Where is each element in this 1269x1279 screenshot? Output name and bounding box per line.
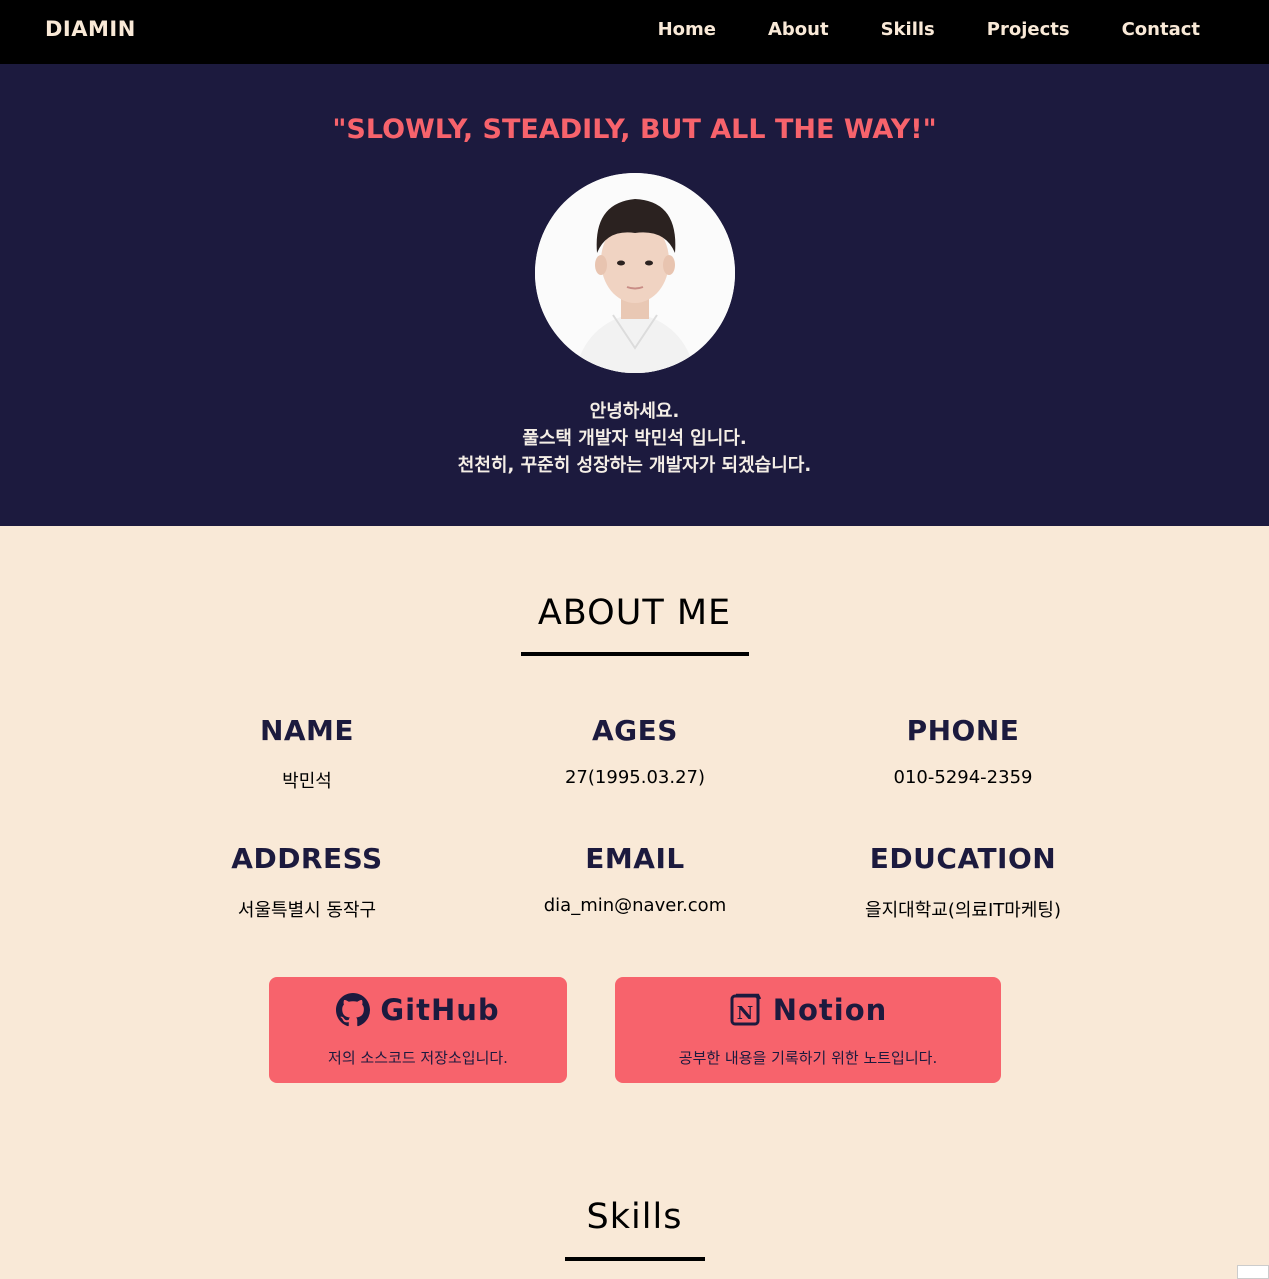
notion-card[interactable]: N Notion 공부한 내용을 기록하기 위한 노트입니다. bbox=[615, 977, 1001, 1083]
about-title-underline bbox=[521, 652, 749, 656]
hero-intro: 안녕하세요. 풀스택 개발자 박민석 입니다. 천천히, 꾸준히 성장하는 개발… bbox=[0, 398, 1269, 479]
phone-value: 010-5294-2359 bbox=[893, 767, 1033, 788]
hero-section: "SLOWLY, STEADILY, BUT ALL THE WAY!" 안녕하… bbox=[0, 64, 1269, 526]
phone-label: PHONE bbox=[906, 714, 1020, 747]
notion-card-title: Notion bbox=[772, 993, 888, 1027]
profile-portrait-icon bbox=[535, 173, 735, 373]
corner-widget[interactable] bbox=[1237, 1265, 1269, 1279]
address-value: 서울특별시 동작구 bbox=[237, 900, 377, 921]
skills-title-underline bbox=[565, 1257, 705, 1261]
hero-motto: "SLOWLY, STEADILY, BUT ALL THE WAY!" bbox=[332, 114, 937, 145]
nav-link-projects[interactable]: Projects bbox=[987, 19, 1070, 40]
notion-card-desc: 공부한 내용을 기록하기 위한 노트입니다. bbox=[678, 1049, 938, 1067]
notion-card-head: N Notion bbox=[615, 993, 1001, 1027]
skills-title: Skills bbox=[586, 1197, 683, 1237]
education-value: 을지대학교(의료IT마케팅) bbox=[865, 900, 1061, 921]
nav-link-contact[interactable]: Contact bbox=[1122, 19, 1200, 40]
nav-link-home[interactable]: Home bbox=[658, 19, 716, 40]
ages-label: AGES bbox=[592, 714, 678, 747]
intro-line: 풀스택 개발자 박민석 입니다. bbox=[522, 428, 747, 449]
name-value: 박민석 bbox=[282, 771, 332, 792]
svg-text:N: N bbox=[736, 1003, 752, 1024]
intro-line: 천천히, 꾸준히 성장하는 개발자가 되겠습니다. bbox=[457, 455, 812, 476]
nav-link-skills[interactable]: Skills bbox=[881, 19, 935, 40]
email-value: dia_min@naver.com bbox=[543, 895, 727, 916]
top-navbar: DIAMIN Home About Skills Projects Contac… bbox=[0, 0, 1269, 64]
github-card-desc: 저의 소스코드 저장소입니다. bbox=[328, 1049, 508, 1067]
github-card-title: GitHub bbox=[380, 993, 500, 1027]
intro-line: 안녕하세요. bbox=[589, 401, 680, 422]
email-label: EMAIL bbox=[585, 842, 685, 875]
github-icon bbox=[336, 993, 371, 1027]
name-label: NAME bbox=[259, 714, 355, 747]
address-label: ADDRESS bbox=[231, 842, 383, 875]
github-card-head: GitHub bbox=[269, 993, 567, 1027]
ages-value: 27(1995.03.27) bbox=[564, 767, 705, 788]
nav-links: Home About Skills Projects Contact bbox=[658, 19, 1200, 40]
site-logo[interactable]: DIAMIN bbox=[45, 17, 136, 41]
profile-photo bbox=[535, 173, 735, 373]
notion-icon: N bbox=[730, 993, 761, 1026]
nav-link-about[interactable]: About bbox=[768, 19, 829, 40]
education-label: EDUCATION bbox=[869, 842, 1057, 875]
about-title: ABOUT ME bbox=[537, 593, 732, 633]
github-card[interactable]: GitHub 저의 소스코드 저장소입니다. bbox=[269, 977, 567, 1083]
